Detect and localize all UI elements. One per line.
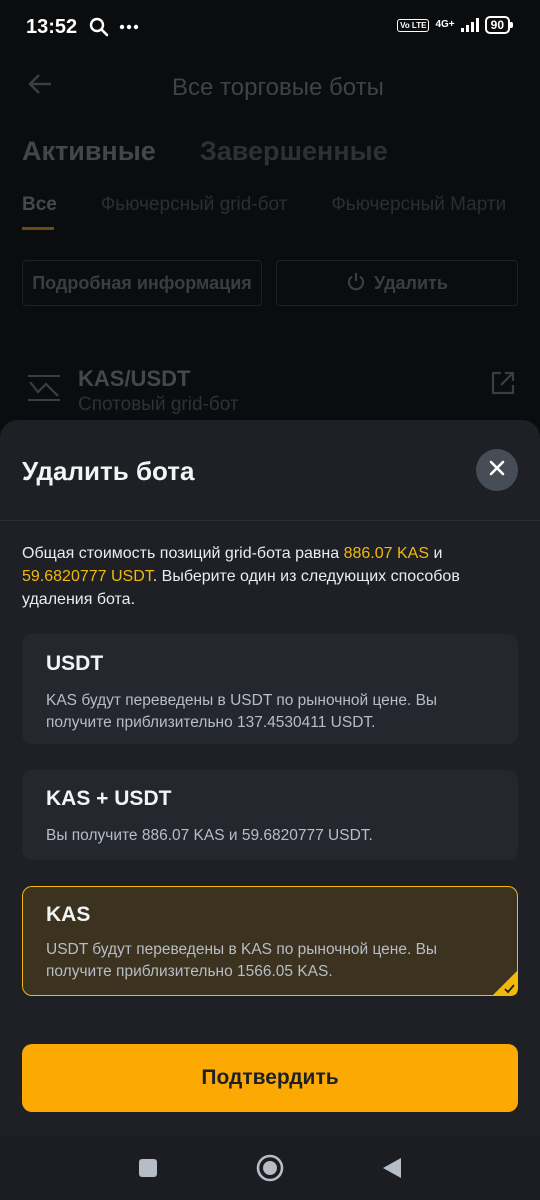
recents-button[interactable] — [133, 1153, 163, 1183]
option-description: KAS будут переведены в USDT по рыночной … — [46, 692, 438, 731]
background-page: Все торговые боты Активные Завершенные В… — [0, 54, 540, 454]
details-button: Подробная информация — [22, 260, 262, 306]
power-icon — [346, 271, 366, 296]
divider — [0, 520, 540, 521]
battery-indicator: 90 — [484, 16, 514, 34]
network-label: 4G+ — [435, 19, 455, 30]
filter-all: Все — [22, 194, 57, 230]
system-nav-bar — [0, 1136, 540, 1200]
option-kas-usdt[interactable]: KAS + USDT Вы получите 886.07 KAS и 59.6… — [22, 770, 518, 860]
delete-button-label: Удалить — [374, 272, 448, 293]
option-title: USDT — [46, 652, 104, 675]
description-text: и — [429, 545, 443, 562]
more-dots-icon — [119, 24, 139, 30]
filter-futures-grid: Фьючерсный grid-бот — [100, 194, 288, 215]
external-link-icon — [490, 370, 516, 396]
home-button[interactable] — [255, 1153, 285, 1183]
status-tabs: Активные Завершенные — [22, 136, 388, 167]
close-button[interactable] — [476, 449, 518, 491]
status-indicators: Vo LTE 4G+ 90 — [397, 16, 514, 34]
option-kas[interactable]: KAS USDT будут переведены в KAS по рыноч… — [22, 886, 518, 996]
confirm-button[interactable]: Подтвердить — [22, 1044, 518, 1112]
checkmark-icon — [492, 970, 518, 996]
delete-button: Удалить — [276, 260, 518, 306]
option-usdt[interactable]: USDT KAS будут переведены в USDT по рыно… — [22, 634, 518, 744]
page-header: Все торговые боты — [0, 70, 540, 110]
back-arrow-icon — [26, 70, 54, 106]
bot-type: Спотовый grid-бот — [78, 394, 239, 415]
page-title: Все торговые боты — [172, 74, 384, 101]
bot-pair: KAS/USDT — [78, 366, 191, 391]
status-time: 13:52 — [26, 15, 78, 38]
bot-actions: Подробная информация Удалить — [22, 260, 518, 306]
sheet-description: Общая стоимость позиций grid-бота равна … — [22, 542, 522, 611]
description-text: Общая стоимость позиций grid-бота равна — [22, 545, 344, 562]
position-value-usdt: 59.6820777 USDT — [22, 568, 153, 585]
filter-tabs: Все Фьючерсный grid-бот Фьючерсный Марти — [22, 194, 507, 230]
sheet-title: Удалить бота — [22, 456, 195, 486]
tab-active: Активные — [22, 136, 156, 166]
option-description: USDT будут переведены в KAS по рыночной … — [46, 941, 438, 980]
search-icon — [89, 17, 109, 37]
close-icon — [489, 460, 505, 481]
volte-badge: Vo LTE — [397, 18, 430, 32]
signal-icon — [460, 18, 479, 32]
filter-futures-martingale: Фьючерсный Марти — [331, 194, 507, 215]
delete-bot-sheet: Удалить бота Общая стоимость позиций gri… — [0, 420, 540, 1136]
position-value-kas: 886.07 KAS — [343, 545, 430, 562]
option-title: KAS + USDT — [46, 787, 172, 810]
tab-completed: Завершенные — [199, 136, 388, 166]
option-title: KAS — [46, 903, 91, 926]
back-button[interactable] — [377, 1153, 407, 1183]
status-bar: 13:52 Vo LTE 4G+ 90 — [0, 0, 540, 54]
bot-card: KAS/USDT Спотовый grid-бот — [26, 364, 516, 424]
grid-bot-icon — [26, 372, 62, 404]
option-description: Вы получите 886.07 KAS и 59.6820777 USDT… — [46, 827, 373, 844]
